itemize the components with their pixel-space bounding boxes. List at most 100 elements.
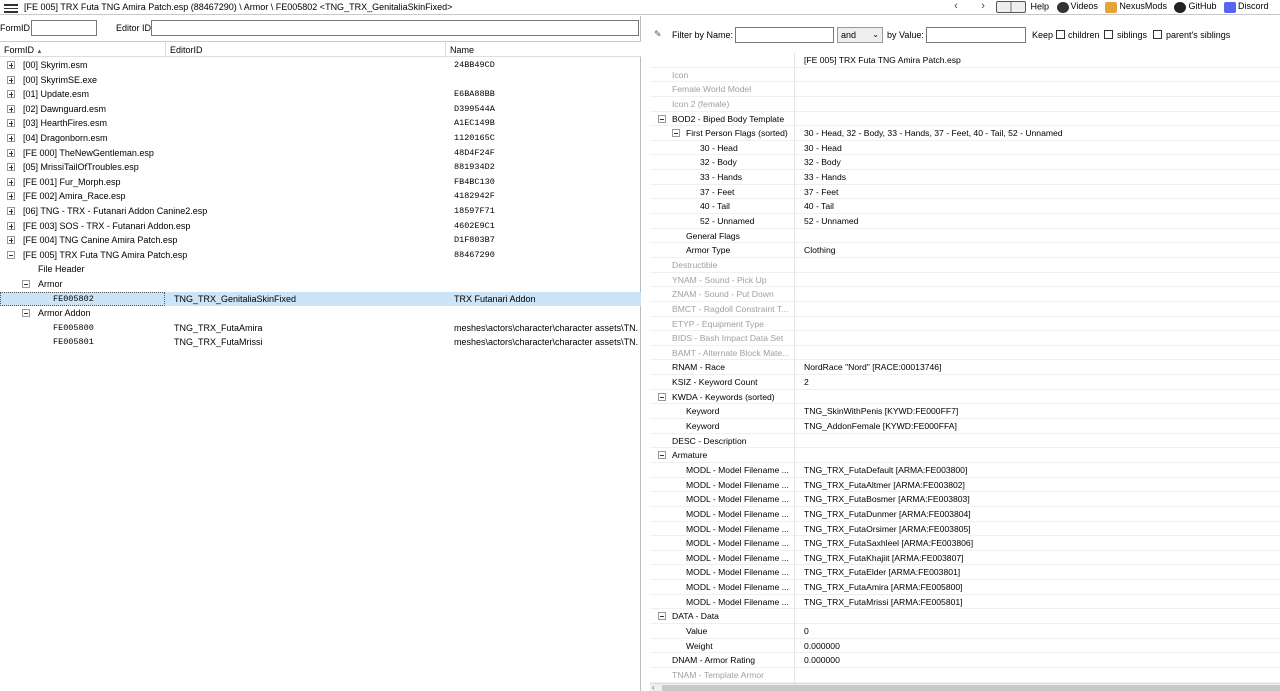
expand-icon[interactable] bbox=[7, 177, 15, 186]
videos-link[interactable]: Videos bbox=[1056, 1, 1098, 13]
field-value[interactable]: 0 bbox=[804, 626, 809, 636]
tree-row[interactable]: [04] Dragonborn.esm 1120165C bbox=[0, 131, 641, 146]
record-field-row[interactable]: Destructible bbox=[650, 257, 1280, 273]
field-value[interactable]: TNG_TRX_FutaBosmer [ARMA:FE003803] bbox=[804, 494, 970, 504]
record-field-row[interactable]: YNAM - Sound - Pick Up bbox=[650, 272, 1280, 288]
tree-row[interactable]: [01] Update.esm E6BA88BB bbox=[0, 87, 641, 102]
record-field-row[interactable]: 37 - Feet 37 - Feet bbox=[650, 184, 1280, 200]
record-field-row[interactable]: TNAM - Template Armor bbox=[650, 667, 1280, 683]
collapse-icon[interactable] bbox=[672, 129, 680, 138]
expand-icon[interactable] bbox=[7, 236, 15, 245]
record-field-row[interactable]: Keyword TNG_AddonFemale [KYWD:FE000FFA] bbox=[650, 419, 1280, 434]
record-field-row[interactable]: MODL - Model Filename ... TNG_TRX_FutaAmi… bbox=[650, 580, 1280, 595]
field-value[interactable]: TNG_TRX_FutaKhajiit [ARMA:FE003807] bbox=[804, 553, 964, 563]
record-field-row[interactable]: MODL - Model Filename ... TNG_TRX_FutaBos… bbox=[650, 492, 1280, 507]
record-field-row[interactable]: MODL - Model Filename ... TNG_TRX_FutaDun… bbox=[650, 506, 1280, 522]
field-value[interactable]: 30 - Head, 32 - Body, 33 - Hands, 37 - F… bbox=[804, 128, 1063, 138]
filter-operator-select[interactable]: and ⌄ bbox=[837, 27, 883, 43]
expand-icon[interactable] bbox=[7, 133, 15, 142]
expand-icon[interactable] bbox=[7, 61, 15, 69]
record-field-row[interactable]: BOD2 - Biped Body Template bbox=[650, 111, 1280, 127]
record-field-row[interactable]: Keyword TNG_SkinWithPenis [KYWD:FE000FF7] bbox=[650, 404, 1280, 420]
collapse-icon[interactable] bbox=[658, 612, 666, 621]
record-field-row[interactable]: BAMT - Alternate Block Mate... bbox=[650, 345, 1280, 361]
expand-icon[interactable] bbox=[7, 163, 15, 172]
tree-row[interactable]: Armor Addon bbox=[0, 306, 641, 321]
expand-icon[interactable] bbox=[7, 75, 15, 84]
record-field-row[interactable]: MODL - Model Filename ... TNG_TRX_FutaAlt… bbox=[650, 477, 1280, 493]
field-value[interactable]: 32 - Body bbox=[804, 157, 841, 167]
field-value[interactable]: TNG_TRX_FutaOrsimer [ARMA:FE003805] bbox=[804, 524, 971, 534]
record-field-row[interactable]: Armor Type Clothing bbox=[650, 243, 1280, 258]
field-value[interactable]: NordRace "Nord" [RACE:00013746] bbox=[804, 362, 941, 372]
collapse-icon[interactable] bbox=[658, 451, 666, 460]
field-value[interactable]: TNG_TRX_FutaAltmer [ARMA:FE003802] bbox=[804, 480, 965, 490]
tree-row[interactable]: [06] TNG - TRX - Futanari Addon Canine2.… bbox=[0, 204, 641, 219]
tree-row[interactable]: [FE 004] TNG Canine Amira Patch.esp D1F80… bbox=[0, 233, 641, 248]
record-field-row[interactable]: MODL - Model Filename ... TNG_TRX_FutaKha… bbox=[650, 550, 1280, 566]
tree-row[interactable]: [05] MrissiTailOfTroubles.esp 881934D2 bbox=[0, 160, 641, 175]
record-field-row[interactable]: KSIZ - Keyword Count 2 bbox=[650, 375, 1280, 390]
pin-icon[interactable]: ✎ bbox=[654, 29, 662, 40]
field-value[interactable]: TNG_TRX_FutaElder [ARMA:FE003801] bbox=[804, 567, 960, 577]
column-formid[interactable]: FormID ▲ bbox=[4, 45, 42, 55]
record-field-row[interactable]: MODL - Model Filename ... TNG_TRX_FutaSax… bbox=[650, 536, 1280, 551]
record-field-row[interactable]: General Flags bbox=[650, 228, 1280, 244]
tree-row[interactable]: [03] HearthFires.esm A1EC149B bbox=[0, 116, 641, 131]
editorid-filter-input[interactable] bbox=[151, 20, 639, 36]
expand-icon[interactable] bbox=[7, 206, 15, 215]
horizontal-scrollbar[interactable]: ‹ bbox=[650, 683, 1280, 691]
tree-row[interactable]: [FE 000] TheNewGentleman.esp 48D4F24F bbox=[0, 146, 641, 161]
field-value[interactable]: 52 - Unnamed bbox=[804, 216, 858, 226]
record-field-row[interactable]: DESC - Description bbox=[650, 433, 1280, 449]
tree-row[interactable]: [02] Dawnguard.esm D399544A bbox=[0, 102, 641, 117]
help-link[interactable]: Help bbox=[996, 1, 1049, 13]
field-value[interactable]: 37 - Feet bbox=[804, 187, 838, 197]
field-value[interactable]: 0.000000 bbox=[804, 641, 840, 651]
nexusmods-link[interactable]: NexusMods bbox=[1105, 1, 1167, 13]
record-field-row[interactable]: BIDS - Bash Impact Data Set bbox=[650, 331, 1280, 346]
menu-icon[interactable] bbox=[4, 2, 18, 13]
record-field-row[interactable]: MODL - Model Filename ... TNG_TRX_FutaMri… bbox=[650, 594, 1280, 610]
record-field-row[interactable]: Icon 2 (female) bbox=[650, 96, 1280, 112]
record-field-row[interactable]: 33 - Hands 33 - Hands bbox=[650, 170, 1280, 185]
collapse-icon[interactable] bbox=[658, 392, 666, 401]
field-value[interactable]: TNG_TRX_FutaMrissi [ARMA:FE005801] bbox=[804, 597, 963, 607]
field-value[interactable]: 30 - Head bbox=[804, 143, 842, 153]
expand-icon[interactable] bbox=[7, 90, 15, 99]
record-field-row[interactable]: ETYP - Equipment Type bbox=[650, 316, 1280, 332]
field-value[interactable]: 40 - Tail bbox=[804, 201, 834, 211]
field-value[interactable]: TNG_TRX_FutaDefault [ARMA:FE003800] bbox=[804, 465, 967, 475]
children-checkbox[interactable] bbox=[1056, 30, 1065, 39]
record-field-row[interactable]: BMCT - Ragdoll Constraint T... bbox=[650, 301, 1280, 317]
record-field-row[interactable]: Value 0 bbox=[650, 623, 1280, 639]
record-field-row[interactable]: MODL - Model Filename ... TNG_TRX_FutaDef… bbox=[650, 462, 1280, 478]
parents-siblings-checkbox[interactable] bbox=[1153, 30, 1162, 39]
tree-row[interactable]: [FE 002] Amira_Race.esp 4182942F bbox=[0, 189, 641, 204]
record-field-row[interactable]: 52 - Unnamed 52 - Unnamed bbox=[650, 214, 1280, 229]
siblings-checkbox[interactable] bbox=[1104, 30, 1113, 39]
field-value[interactable]: TNG_TRX_FutaSaxhleel [ARMA:FE003806] bbox=[804, 538, 973, 548]
tree-row[interactable]: FE005801 TNG_TRX_FutaMrissi meshes\actors\… bbox=[0, 335, 641, 350]
record-field-row[interactable]: 32 - Body 32 - Body bbox=[650, 155, 1280, 171]
back-arrow-icon[interactable]: ‹ bbox=[944, 0, 968, 12]
record-field-row[interactable]: DNAM - Armor Rating 0.000000 bbox=[650, 653, 1280, 668]
tree-row[interactable]: [FE 003] SOS - TRX - Futanari Addon.esp 4… bbox=[0, 219, 641, 234]
tree-row[interactable]: FE005800 TNG_TRX_FutaAmira meshes\actors\c… bbox=[0, 321, 641, 336]
scroll-left-icon[interactable]: ‹ bbox=[652, 683, 655, 691]
field-value[interactable]: 2 bbox=[804, 377, 809, 387]
record-field-row[interactable]: 40 - Tail 40 - Tail bbox=[650, 199, 1280, 215]
expand-icon[interactable] bbox=[7, 192, 15, 201]
tree-row[interactable]: [FE 005] TRX Futa TNG Amira Patch.esp 884… bbox=[0, 248, 641, 263]
filter-value-input[interactable] bbox=[926, 27, 1026, 43]
formid-filter-input[interactable] bbox=[31, 20, 97, 36]
scrollbar-thumb[interactable] bbox=[662, 685, 1280, 691]
record-field-row[interactable]: Female World Model bbox=[650, 82, 1280, 97]
field-value[interactable]: TNG_SkinWithPenis [KYWD:FE000FF7] bbox=[804, 406, 958, 416]
field-value[interactable]: Clothing bbox=[804, 245, 836, 255]
discord-link[interactable]: Discord bbox=[1224, 1, 1269, 13]
tree-row[interactable]: [00] Skyrim.esm 24BB49CD bbox=[0, 58, 641, 73]
collapse-icon[interactable] bbox=[22, 309, 30, 318]
record-field-row[interactable]: Icon bbox=[650, 67, 1280, 83]
record-field-row[interactable]: Armature bbox=[650, 448, 1280, 463]
